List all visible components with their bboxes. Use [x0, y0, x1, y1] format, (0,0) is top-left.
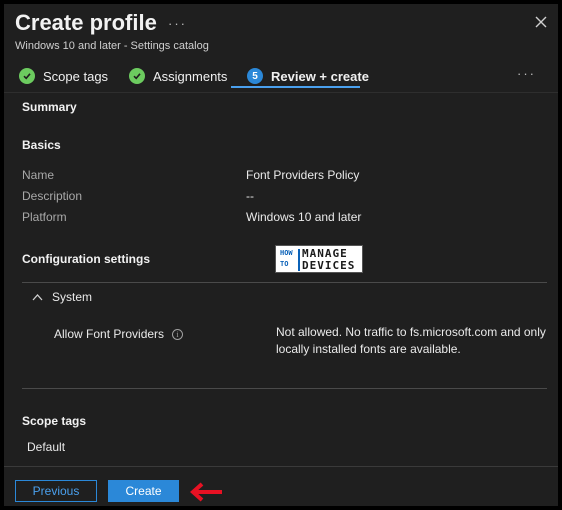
divider	[4, 92, 558, 93]
footer-divider	[4, 466, 558, 467]
title-more-icon[interactable]: ···	[168, 16, 187, 31]
how-to-manage-devices-logo: HOW TO MANAGE DEVICES	[275, 245, 363, 273]
description-label: Description	[22, 189, 83, 203]
divider	[22, 388, 547, 389]
step-label: Review + create	[271, 68, 369, 84]
check-icon	[129, 68, 145, 84]
active-step-indicator	[231, 86, 360, 88]
steps-more-icon[interactable]: ···	[517, 66, 536, 81]
step-label: Assignments	[153, 68, 228, 84]
summary-heading: Summary	[22, 100, 77, 114]
setting-value: Not allowed. No traffic to fs.microsoft.…	[276, 325, 546, 356]
page-title: Create profile	[15, 10, 157, 35]
step-label: Scope tags	[43, 68, 109, 84]
setting-name-label: Allow Font Providers	[54, 327, 165, 341]
arrow-left-icon	[189, 482, 222, 502]
description-value: --	[246, 189, 254, 203]
scope-tag-value: Default	[27, 440, 66, 454]
basics-heading: Basics	[22, 138, 61, 152]
scope-tags-heading: Scope tags	[22, 414, 87, 428]
close-icon[interactable]	[534, 15, 548, 29]
platform-value: Windows 10 and later	[246, 210, 362, 224]
setting-row-name: Allow Font Providers i	[54, 327, 184, 341]
step-scope-tags[interactable]: Scope tags	[19, 62, 108, 90]
platform-label: Platform	[22, 210, 67, 224]
create-profile-panel: Create profile ··· Windows 10 and later …	[2, 2, 560, 508]
name-label: Name	[22, 168, 55, 182]
check-icon	[19, 68, 35, 84]
page-subtitle: Windows 10 and later - Settings catalog	[15, 40, 209, 52]
configuration-settings-heading: Configuration settings	[22, 252, 150, 266]
step-assignments[interactable]: Assignments	[129, 62, 227, 90]
chevron-up-icon	[32, 294, 43, 301]
name-value: Font Providers Policy	[246, 168, 360, 182]
previous-button[interactable]: Previous	[15, 480, 97, 502]
info-icon[interactable]: i	[172, 328, 184, 340]
group-label: System	[52, 290, 93, 304]
divider	[22, 282, 547, 283]
create-button[interactable]: Create	[108, 480, 179, 502]
step-number-badge: 5	[247, 68, 263, 84]
system-group-toggle[interactable]: System	[32, 290, 92, 304]
